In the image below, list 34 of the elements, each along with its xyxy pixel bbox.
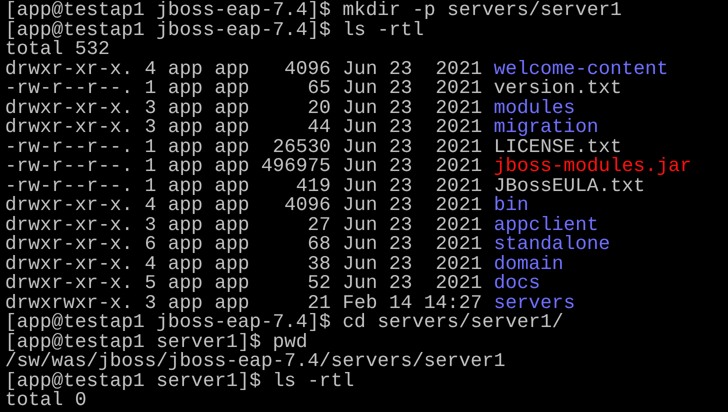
terminal-line: total 532 (5, 38, 110, 60)
file-name: modules (494, 96, 576, 118)
file-details: -rw-r--r--. 1 app app 419 Jun 23 2021 (5, 174, 482, 196)
file-name: JBossEULA.txt (494, 174, 646, 196)
file-details: drwxr-xr-x. 3 app app 27 Jun 23 2021 (5, 214, 482, 236)
file-details: drwxr-xr-x. 5 app app 52 Jun 23 2021 (5, 272, 482, 294)
file-name: servers (494, 292, 576, 314)
file-name: version.txt (494, 77, 622, 99)
file-name: domain (494, 252, 564, 274)
file-details: -rw-r--r--. 1 app app 26530 Jun 23 2021 (5, 136, 482, 158)
file-name: jboss-modules.jar (494, 155, 692, 177)
terminal-line: [app@testap1 server1]$ ls -rtl (5, 370, 354, 392)
file-details: drwxr-xr-x. 6 app app 68 Jun 23 2021 (5, 233, 482, 255)
file-name: migration (494, 116, 598, 138)
terminal-line: [app@testap1 server1]$ pwd (5, 330, 308, 352)
file-details: drwxr-xr-x. 4 app app 38 Jun 23 2021 (5, 252, 482, 274)
file-name: standalone (494, 233, 610, 255)
file-name: LICENSE.txt (494, 136, 622, 158)
file-details: -rw-r--r--. 1 app app 65 Jun 23 2021 (5, 77, 482, 99)
file-details: drwxrwxr-x. 3 app app 21 Feb 14 14:27 (5, 292, 482, 314)
file-details: drwxr-xr-x. 3 app app 44 Jun 23 2021 (5, 116, 482, 138)
terminal-line: total 0 (5, 389, 86, 411)
file-details: drwxr-xr-x. 4 app app 4096 Jun 23 2021 (5, 194, 482, 216)
file-details: drwxr-xr-x. 3 app app 20 Jun 23 2021 (5, 96, 482, 118)
terminal-line: /sw/was/jboss/jboss-eap-7.4/servers/server1 (5, 350, 506, 372)
file-name: appclient (494, 214, 598, 236)
file-name: welcome-content (494, 58, 668, 80)
terminal-line: [app@testap1 jboss-eap-7.4]$ mkdir -p servers/server1 (5, 0, 622, 21)
file-details: drwxr-xr-x. 4 app app 4096 Jun 23 2021 (5, 58, 482, 80)
file-name: bin (494, 194, 529, 216)
terminal-line: [app@testap1 jboss-eap-7.4]$ ls -rtl (5, 18, 424, 40)
terminal-line: [app@testap1 jboss-eap-7.4]$ cd servers/server1/ (5, 311, 564, 333)
file-name: docs (494, 272, 540, 294)
file-details: -rw-r--r--. 1 app app 496975 Jun 23 2021 (5, 155, 482, 177)
